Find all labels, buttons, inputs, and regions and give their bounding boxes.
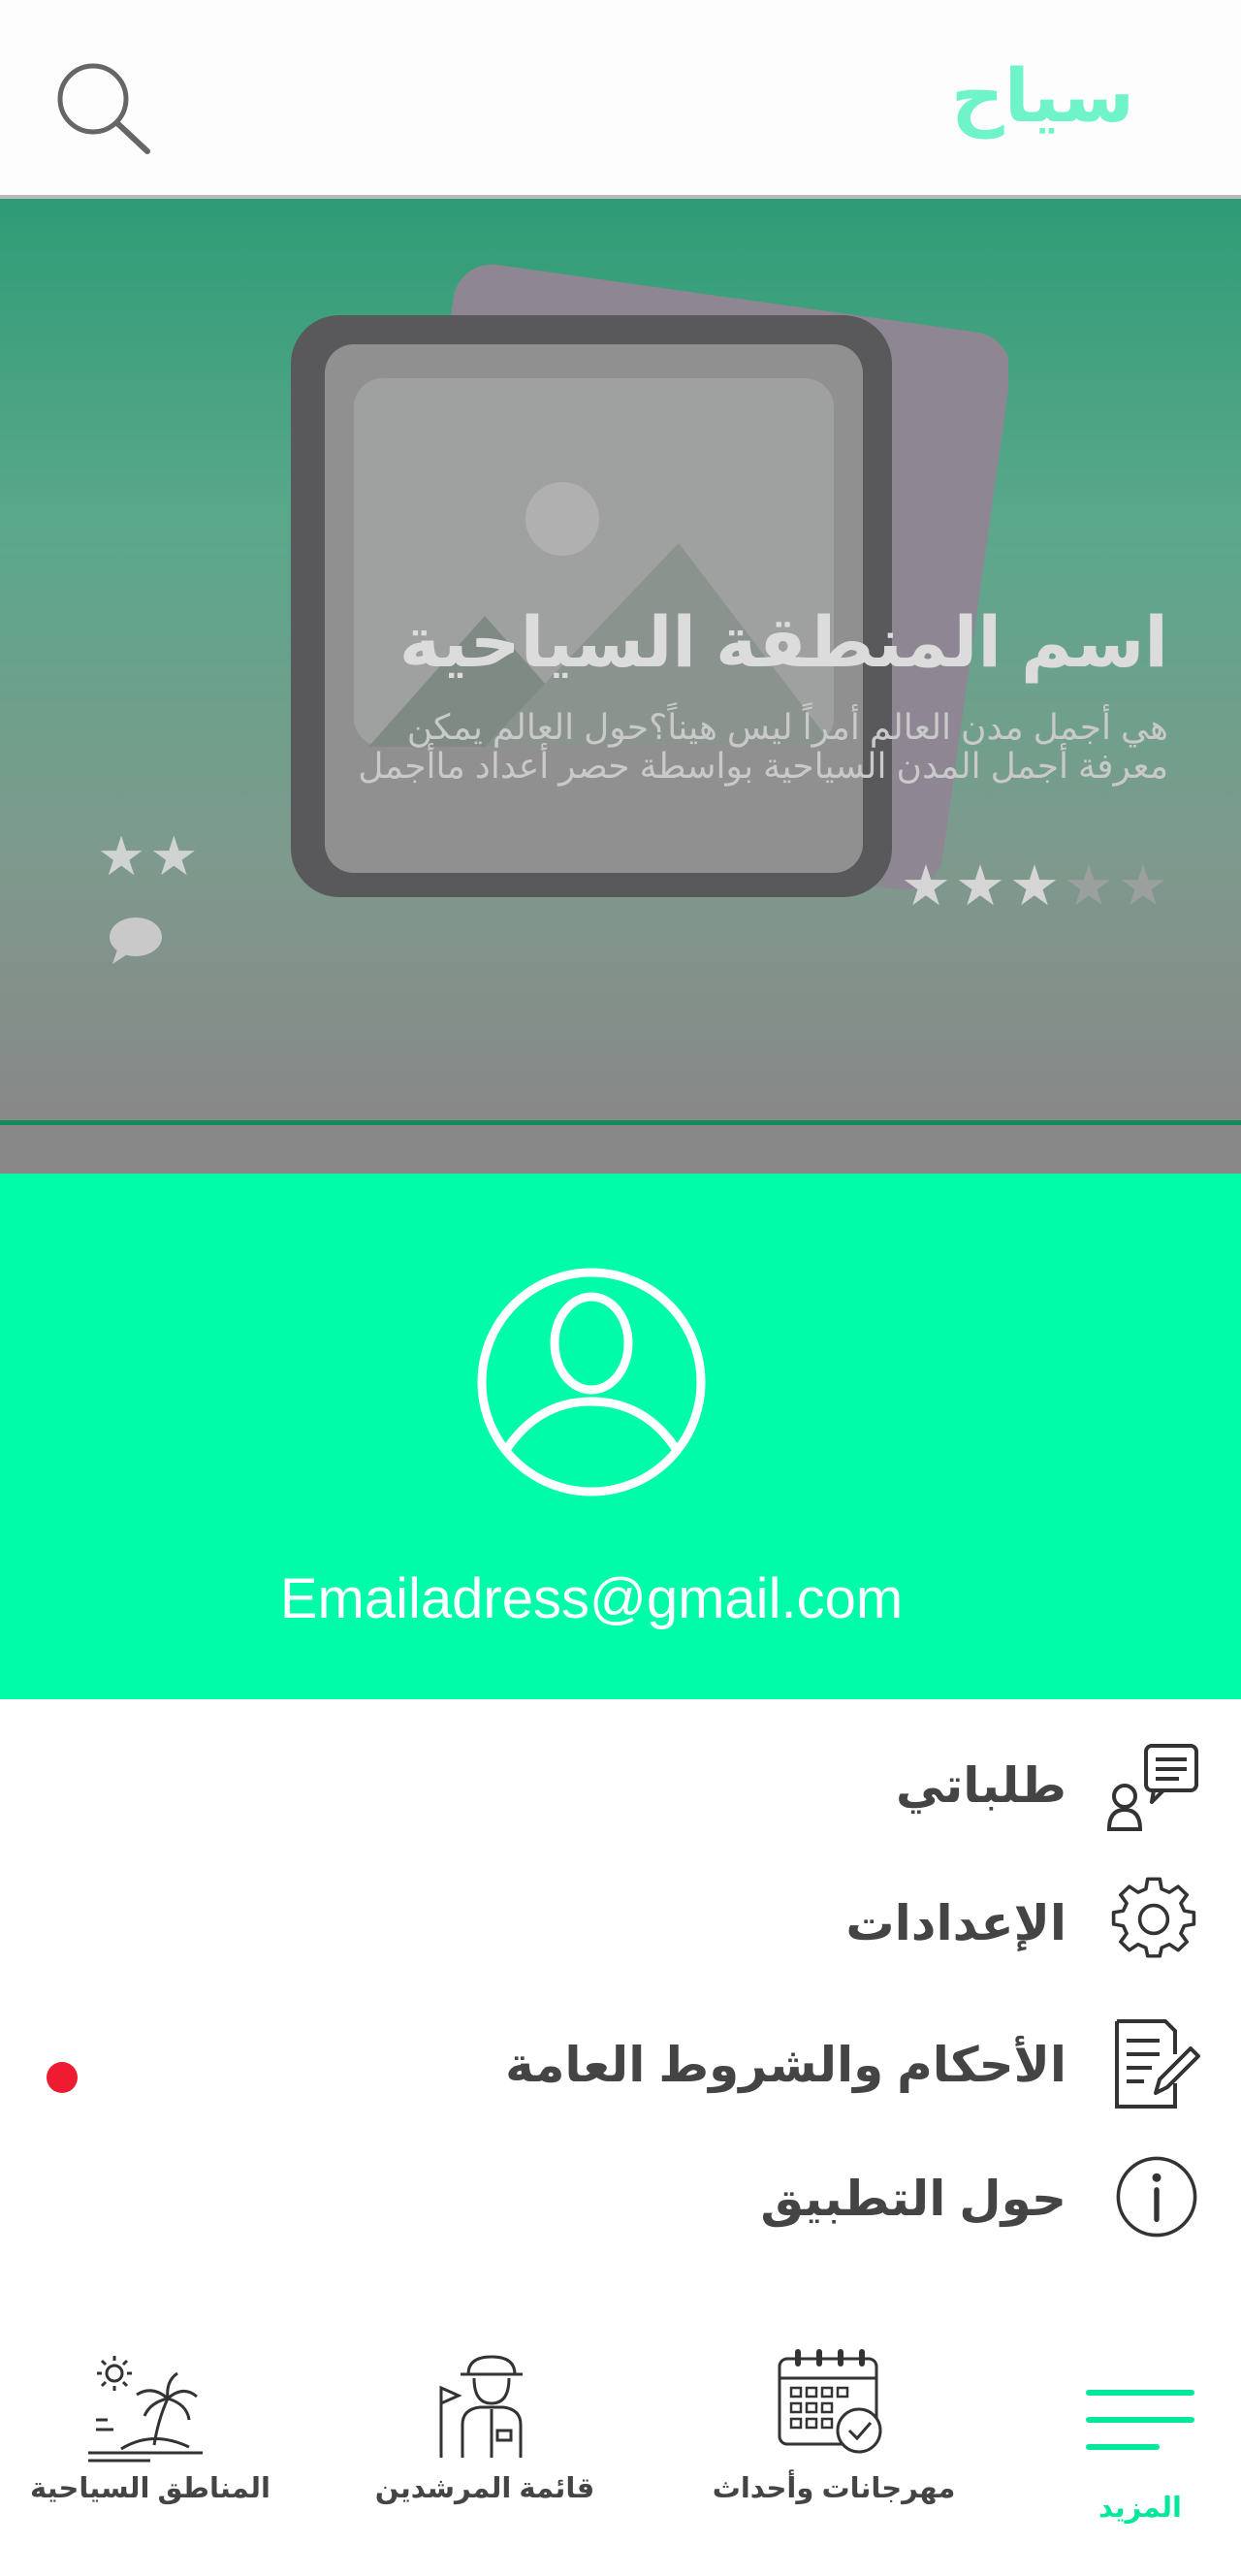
star-filled-icon: ★ [1009, 854, 1060, 918]
calendar-icon [778, 2349, 882, 2454]
image-placeholder-icon [291, 264, 1008, 897]
profile-section: Emailadress@gmail.com [0, 1174, 1241, 1699]
star-empty-icon: ★ [1064, 854, 1114, 918]
menu-item-label: الإعدادات [845, 1896, 1066, 1950]
hero-description-line: معرفة أجمل المدن السياحية بواسطة حصر أعد… [358, 746, 1168, 787]
star-filled-icon: ★ [955, 854, 1005, 918]
star-filled-icon: ★ [901, 854, 951, 918]
nav-tourist-areas[interactable]: المناطق السياحية [0, 2308, 301, 2576]
nav-label: مهرجانات وأحداث [712, 2473, 956, 2504]
guide-icon [439, 2355, 523, 2458]
nav-more[interactable]: المزيد [1047, 2308, 1241, 2576]
menu-item-requests[interactable]: طلباتي [0, 1717, 1241, 1852]
nav-label: المناطق السياحية [30, 2473, 270, 2504]
info-icon [1116, 2156, 1197, 2238]
nav-label: قائمة المرشدين [374, 2473, 595, 2504]
island-icon [88, 2356, 203, 2463]
side-rating: ★ ★ [97, 829, 198, 884]
hero-title: اسم المنطقة السياحية [398, 604, 1168, 682]
hero-rating: ★ ★ ★ ★ ★ [901, 858, 1168, 915]
hero-carousel[interactable]: اسم المنطقة السياحية هي أجمل مدن العالم … [0, 199, 1241, 1125]
search-button[interactable] [50, 56, 157, 163]
requests-icon [1106, 1744, 1198, 1831]
user-circle-icon[interactable] [475, 1266, 708, 1498]
app-header: سياح [0, 0, 1241, 199]
hero-description: هي أجمل مدن العالم أمراً ليس هيناً؟حول ا… [247, 707, 1168, 787]
menu-item-label: طلباتي [895, 1758, 1066, 1813]
app-title: سياح [950, 55, 1134, 138]
nav-label: المزيد [1098, 2493, 1182, 2524]
menu-item-about[interactable]: حول التطبيق [0, 2134, 1241, 2270]
menu-item-settings[interactable]: الإعدادات [0, 1854, 1241, 1990]
hero-description-line: هي أجمل مدن العالم أمراً ليس هيناً؟حول ا… [406, 707, 1168, 747]
search-icon [57, 63, 150, 154]
star-icon: ★ [97, 825, 146, 886]
menu-icon [1086, 2390, 1194, 2450]
hero-bottom-strip [0, 1125, 1241, 1174]
bottom-navigation: المناطق السياحية قائمة المرشدين مهرجانات… [0, 2308, 1241, 2576]
gear-icon [1111, 1877, 1196, 1958]
comment-icon[interactable] [105, 914, 163, 968]
profile-email: Emailadress@gmail.com [279, 1567, 904, 1630]
nav-events[interactable]: مهرجانات وأحداث [669, 2308, 999, 2576]
star-icon: ★ [149, 825, 199, 886]
star-empty-icon: ★ [1118, 854, 1168, 918]
notification-dot [47, 2062, 78, 2093]
nav-guides[interactable]: قائمة المرشدين [320, 2308, 650, 2576]
menu-item-label: الأحكام والشروط العامة [505, 2038, 1066, 2092]
menu-item-label: حول التطبيق [760, 2172, 1066, 2226]
menu-item-terms[interactable]: الأحكام والشروط العامة [0, 2006, 1241, 2141]
document-edit-icon [1115, 2019, 1200, 2109]
